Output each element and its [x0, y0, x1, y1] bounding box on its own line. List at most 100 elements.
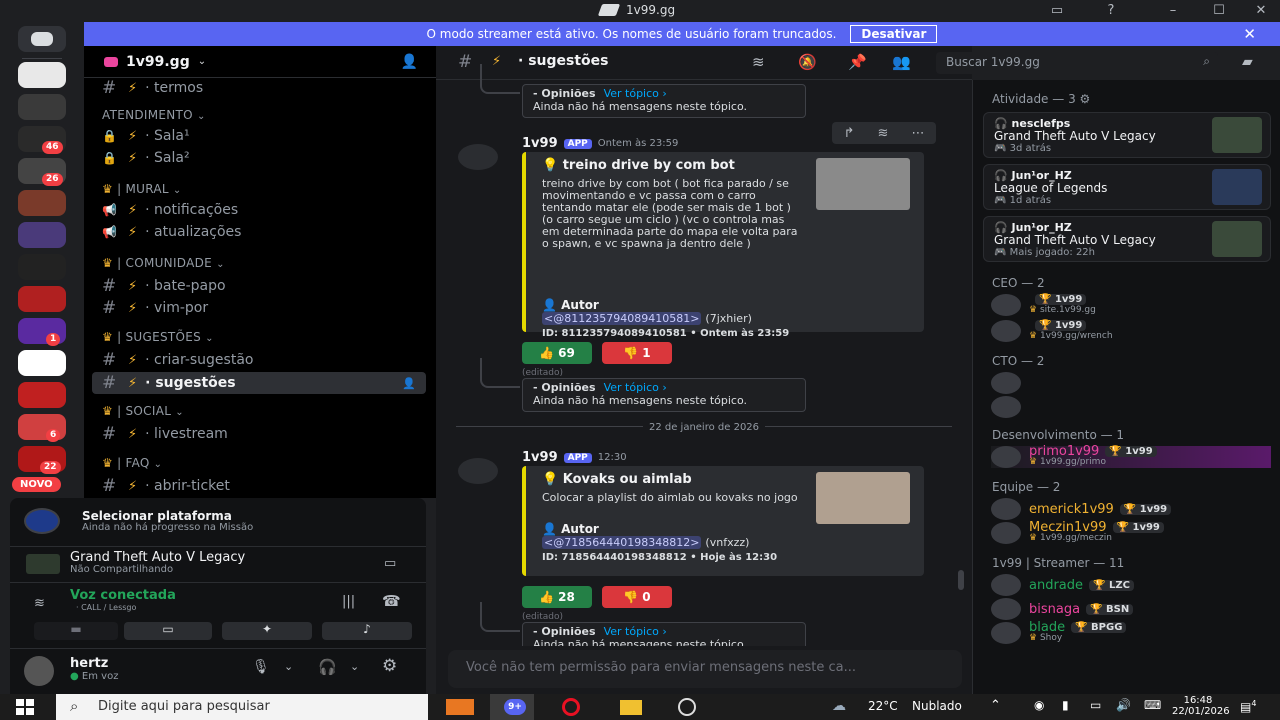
- upvote-button[interactable]: 👍 28: [522, 586, 592, 608]
- member-row[interactable]: [991, 396, 1271, 418]
- activity-card[interactable]: 🎧 nesclefps Grand Theft Auto V Legacy 🎮 3d…: [983, 112, 1271, 158]
- user-name[interactable]: hertz: [70, 656, 108, 671]
- server-icon-11[interactable]: [18, 382, 66, 408]
- member-row[interactable]: 🏆 1v99 ♛ 1v99.gg/wrench: [991, 320, 1271, 342]
- signal-icon[interactable]: ≋: [34, 596, 45, 611]
- home-discord-icon[interactable]: [18, 26, 66, 52]
- taskbar-search-box[interactable]: ⌕ Digite aqui para pesquisar: [56, 694, 428, 720]
- clock[interactable]: 16:48 22/01/2026: [1172, 695, 1230, 717]
- screen-share-button[interactable]: ▭: [124, 622, 212, 640]
- windows-start-icon[interactable]: [16, 699, 34, 715]
- member-row[interactable]: primo1v99 🏆 1v99 ♛ 1v99.gg/primo: [991, 445, 1271, 468]
- channel-category[interactable]: ATENDIMENTO ⌄: [102, 108, 206, 122]
- server-icon-1v99[interactable]: [18, 94, 66, 120]
- member-row[interactable]: blade 🏆 BPGG ♛ Shoy: [991, 621, 1271, 644]
- avatar[interactable]: [24, 656, 54, 686]
- quest-title[interactable]: Selecionar plataforma: [82, 509, 232, 523]
- server-icon-6[interactable]: [18, 222, 66, 248]
- avatar[interactable]: [458, 144, 498, 170]
- server-header[interactable]: 1v99.gg ⌄ 👤: [84, 46, 436, 78]
- channel-category[interactable]: ♛ | COMUNIDADE ⌄: [102, 256, 225, 270]
- server-icon-10[interactable]: [18, 350, 66, 376]
- threads-icon[interactable]: ≋: [752, 53, 765, 71]
- channel-item[interactable]: # ⚡ · criar-sugestão: [102, 350, 253, 370]
- mic-options-chevron-icon[interactable]: ⌄: [284, 660, 293, 673]
- voice-status[interactable]: Voz conectada: [70, 588, 176, 603]
- channel-item[interactable]: 🔒 ⚡ · Sala²: [102, 150, 190, 166]
- server-icon-denuncias[interactable]: [18, 286, 66, 312]
- thread-link[interactable]: Ver tópico ›: [604, 87, 667, 100]
- thread-preview[interactable]: - Opiniões Ver tópico › Ainda não há mensa…: [522, 378, 806, 412]
- microphone-icon[interactable]: 🎙: [252, 659, 270, 675]
- maximize-button[interactable]: ☐: [1208, 2, 1230, 20]
- avatar[interactable]: [458, 458, 498, 484]
- taskbar-app-icon[interactable]: [440, 694, 484, 720]
- author-name[interactable]: 1v99: [522, 450, 558, 465]
- share-screen-icon[interactable]: ▭: [384, 556, 396, 571]
- channel-item[interactable]: # ⚡ · termos: [102, 78, 203, 98]
- battery-icon[interactable]: ▮: [1062, 698, 1069, 712]
- channel-item[interactable]: 🔒 ⚡ · Sala¹: [102, 128, 190, 144]
- camera-off-button[interactable]: ▬: [34, 622, 118, 640]
- server-icon-5[interactable]: [18, 190, 66, 216]
- channel-category[interactable]: ♛ | FAQ ⌄: [102, 456, 162, 470]
- network-icon[interactable]: ▭: [1090, 698, 1101, 712]
- channel-category[interactable]: ♛ | SUGESTÕES ⌄: [102, 330, 214, 344]
- user-mention[interactable]: <@718564440198348812>: [542, 536, 702, 549]
- inbox-icon[interactable]: ▰: [1242, 54, 1253, 70]
- audio-options-chevron-icon[interactable]: ⌄: [350, 660, 359, 673]
- disable-streamer-button[interactable]: Desativar: [850, 25, 938, 43]
- channel-item[interactable]: # ⚡ · sugestões 👤: [92, 372, 426, 394]
- noise-suppression-icon[interactable]: |||: [342, 594, 355, 609]
- minimize-button[interactable]: –: [1162, 2, 1184, 20]
- search-input[interactable]: Buscar 1v99.gg ⌕: [936, 52, 1218, 74]
- language-icon[interactable]: ⌨: [1144, 698, 1161, 712]
- invite-icon[interactable]: 👤: [402, 377, 416, 390]
- weather-temp[interactable]: 22°C: [868, 699, 898, 713]
- channel-category[interactable]: ♛ | SOCIAL ⌄: [102, 404, 184, 418]
- opera-icon[interactable]: [550, 694, 594, 720]
- pin-icon[interactable]: 📌: [848, 53, 867, 71]
- channel-item[interactable]: # ⚡ · livestream: [102, 424, 228, 444]
- upvote-button[interactable]: 👍 69: [522, 342, 592, 364]
- downvote-button[interactable]: 👎 0: [602, 586, 672, 608]
- headphones-icon[interactable]: 🎧: [318, 658, 337, 676]
- thread-preview[interactable]: - Opiniões Ver tópico › Ainda não há mensa…: [522, 84, 806, 118]
- thread-icon[interactable]: ≋: [878, 126, 889, 141]
- downvote-button[interactable]: 👎 1: [602, 342, 672, 364]
- file-explorer-icon[interactable]: [610, 694, 654, 720]
- thread-link[interactable]: Ver tópico ›: [604, 625, 667, 638]
- server-icon-7[interactable]: [18, 254, 66, 280]
- obs-icon[interactable]: [666, 694, 710, 720]
- notification-center-icon[interactable]: ▤4: [1240, 699, 1256, 714]
- channel-item[interactable]: # ⚡ · abrir-ticket: [102, 476, 230, 496]
- member-row[interactable]: bisnaga 🏆 BSN: [991, 598, 1271, 620]
- member-list-icon[interactable]: 👥: [892, 53, 911, 71]
- settings-gear-icon[interactable]: ⚙: [382, 656, 397, 676]
- tray-app-icon[interactable]: ◉: [1034, 698, 1044, 712]
- channel-item[interactable]: 📢 ⚡ · notificações: [102, 202, 238, 218]
- reply-icon[interactable]: ↱: [844, 126, 855, 141]
- user-mention[interactable]: <@811235794089410581>: [542, 312, 702, 325]
- member-row[interactable]: 🏆 1v99 ♛ site.1v99.gg: [991, 294, 1271, 316]
- member-row[interactable]: [991, 372, 1271, 394]
- close-banner-icon[interactable]: ✕: [1243, 25, 1256, 43]
- author-name[interactable]: 1v99: [522, 136, 558, 151]
- notification-mute-icon[interactable]: 🔕: [798, 53, 817, 71]
- server-icon-es[interactable]: [18, 62, 66, 88]
- activities-button[interactable]: ✦: [222, 622, 312, 640]
- tray-chevron-icon[interactable]: ⌃: [990, 698, 1001, 713]
- channel-item[interactable]: # ⚡ · vim-por: [102, 298, 208, 318]
- channel-category[interactable]: ♛ | MURAL ⌄: [102, 182, 182, 196]
- member-row[interactable]: andrade 🏆 LZC: [991, 574, 1271, 596]
- inbox-icon[interactable]: ▭: [1046, 2, 1068, 20]
- activity-card[interactable]: 🎧 Jun¹or_HZ League of Legends 🎮 1d atrás: [983, 164, 1271, 210]
- embed-thumbnail[interactable]: [816, 158, 910, 210]
- scrollbar-thumb[interactable]: [958, 570, 964, 590]
- volume-icon[interactable]: 🔊: [1116, 698, 1131, 712]
- channel-item[interactable]: 📢 ⚡ · atualizações: [102, 224, 241, 240]
- gear-icon[interactable]: ⚙: [1076, 92, 1091, 106]
- disconnect-icon[interactable]: ☎: [382, 592, 401, 610]
- thread-link[interactable]: Ver tópico ›: [604, 381, 667, 394]
- channel-item[interactable]: # ⚡ · bate-papo: [102, 276, 226, 296]
